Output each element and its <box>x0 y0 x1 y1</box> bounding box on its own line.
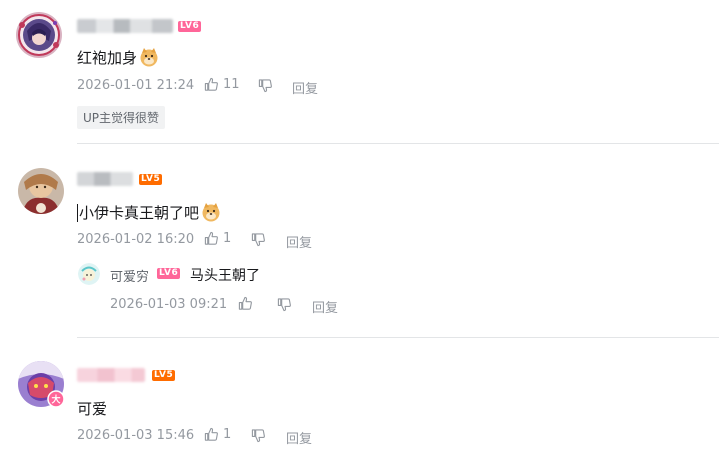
comment-text: 红袍加身 <box>77 49 138 67</box>
user-avatar[interactable] <box>15 11 63 59</box>
level-badge: LV5 <box>152 370 176 381</box>
vip-badge-text: 大 <box>51 394 60 406</box>
thumbs-down-icon <box>251 429 265 443</box>
thumbs-down-icon <box>277 298 291 312</box>
like-count: 11 <box>223 77 240 92</box>
user-avatar[interactable] <box>18 168 64 214</box>
comment-divider <box>77 143 719 144</box>
reply-username[interactable]: 可爱穷 <box>110 266 149 285</box>
comment-timestamp: 2026-01-01 21:24 <box>77 78 195 93</box>
reply-user-avatar[interactable] <box>78 263 100 285</box>
comment-text: 可爱 <box>77 400 108 418</box>
like-button[interactable] <box>238 296 253 311</box>
like-count: 1 <box>223 427 232 442</box>
thumbs-up-icon <box>204 77 218 91</box>
up-liked-badge: UP主觉得很赞 <box>77 106 166 129</box>
doge-emoji <box>201 202 221 222</box>
reply-button[interactable]: 回复 <box>286 428 312 447</box>
level-badge: LV5 <box>139 174 163 185</box>
reply-button[interactable]: 回复 <box>286 232 312 251</box>
comment-timestamp: 2026-01-02 16:20 <box>77 232 195 247</box>
reply-button[interactable]: 回复 <box>312 297 338 316</box>
user-avatar[interactable]: 大 <box>18 361 66 409</box>
comment-divider <box>77 337 719 338</box>
reply-timestamp: 2026-01-03 09:21 <box>110 297 228 312</box>
doge-emoji <box>139 47 159 67</box>
reply-text: 马头王朝了 <box>190 268 260 284</box>
level-badge: LV6 <box>157 268 181 279</box>
text-caret <box>77 204 78 222</box>
thumbs-down-icon <box>258 79 272 93</box>
username-blurred[interactable] <box>77 368 145 382</box>
reply-button[interactable]: 回复 <box>292 78 318 97</box>
thumbs-up-icon <box>238 296 252 310</box>
thumbs-up-icon <box>204 427 218 441</box>
like-count: 1 <box>223 231 232 246</box>
comment-text: 小伊卡真王朝了吧 <box>79 204 200 222</box>
dislike-button[interactable] <box>277 297 292 312</box>
like-button[interactable]: 1 <box>204 231 231 246</box>
dislike-button[interactable] <box>251 428 266 443</box>
like-button[interactable]: 1 <box>204 427 231 442</box>
dislike-button[interactable] <box>258 78 273 93</box>
comment-content: 小伊卡真王朝了吧 <box>77 202 221 223</box>
thumbs-up-icon <box>204 231 218 245</box>
username-blurred[interactable] <box>77 19 173 33</box>
level-badge: LV6 <box>178 21 202 32</box>
like-button[interactable]: 11 <box>204 77 240 92</box>
thumbs-down-icon <box>251 233 265 247</box>
username-blurred[interactable] <box>77 172 133 186</box>
dislike-button[interactable] <box>251 232 266 247</box>
comment-timestamp: 2026-01-03 15:46 <box>77 428 195 443</box>
comment-content: 红袍加身 <box>77 47 159 68</box>
